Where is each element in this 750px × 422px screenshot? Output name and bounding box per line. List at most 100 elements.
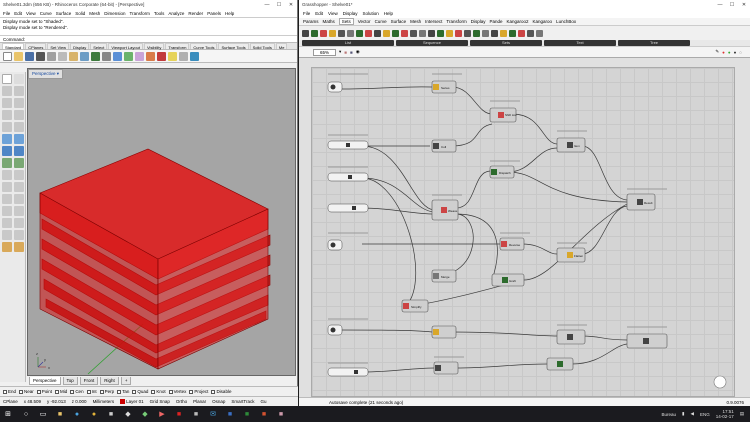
perspective-viewport[interactable]: Perspective ▾ z y x bbox=[27, 68, 296, 376]
osnap-vertex[interactable]: Vertex bbox=[168, 389, 186, 394]
menu-dimension[interactable]: Dimension bbox=[104, 11, 125, 16]
select-arrow-icon[interactable] bbox=[14, 74, 24, 84]
gh-node-dispatch[interactable]: Dispatch bbox=[489, 165, 515, 179]
save-file-icon[interactable]: ■ bbox=[350, 50, 353, 55]
group-sets[interactable]: Sets bbox=[470, 40, 542, 46]
gh-canvas[interactable]: Series Shift List Item Cull Dispatch Wea… bbox=[311, 67, 735, 397]
gh-node-result-a[interactable]: Result bbox=[626, 193, 656, 211]
preview-eye-icon[interactable]: ◉ bbox=[356, 49, 360, 55]
move-icon[interactable] bbox=[2, 206, 12, 216]
clock[interactable]: 17:51 14-02-17 bbox=[716, 409, 734, 419]
osnap-knot[interactable]: Knot bbox=[151, 389, 166, 394]
osnap-tan[interactable]: Tan bbox=[117, 389, 129, 394]
text-split-icon[interactable] bbox=[482, 29, 489, 37]
tab-cplanes[interactable]: CPlanes bbox=[25, 43, 47, 50]
maximize-icon[interactable]: ☐ bbox=[726, 2, 738, 8]
minimize-icon[interactable]: — bbox=[261, 2, 273, 8]
list-item-icon[interactable] bbox=[302, 29, 309, 37]
menu-curve[interactable]: Curve bbox=[40, 11, 52, 16]
gh-node-cull-b[interactable] bbox=[433, 361, 459, 375]
flatten-tree-icon[interactable] bbox=[500, 29, 507, 37]
group-tree[interactable]: Tree bbox=[618, 40, 690, 46]
gh-node-toggle[interactable] bbox=[327, 81, 343, 93]
render-icon[interactable] bbox=[146, 51, 155, 61]
split-icon[interactable] bbox=[2, 182, 12, 192]
menu-tools[interactable]: Tools bbox=[154, 11, 165, 16]
group-sequence[interactable]: Sequence bbox=[396, 40, 468, 46]
char-sequence-icon[interactable] bbox=[437, 29, 444, 37]
menu-solid[interactable]: Solid bbox=[75, 11, 85, 16]
gh-menu-edit[interactable]: Edit bbox=[315, 11, 323, 16]
cull-pattern-icon[interactable] bbox=[374, 29, 381, 37]
point-icon[interactable] bbox=[2, 74, 12, 84]
toggle-smarttrack[interactable]: SmartTrack bbox=[231, 399, 254, 404]
close-icon[interactable]: ✕ bbox=[738, 2, 750, 8]
sphere-icon[interactable] bbox=[14, 146, 24, 156]
osnap-mid[interactable]: Mid bbox=[55, 389, 67, 394]
gh-node-cull[interactable]: Cull bbox=[431, 139, 457, 153]
merge-icon[interactable] bbox=[536, 29, 543, 37]
word-icon[interactable]: ■ bbox=[223, 408, 237, 420]
toggle-osnap[interactable]: Osnap bbox=[212, 399, 225, 404]
gh-tab-params[interactable]: Params bbox=[303, 19, 319, 24]
fibonacci-icon[interactable] bbox=[410, 29, 417, 37]
join-icon[interactable] bbox=[14, 182, 24, 192]
repeat-icon[interactable] bbox=[419, 29, 426, 37]
rectangle-icon[interactable] bbox=[14, 110, 24, 120]
store-icon[interactable]: ■ bbox=[104, 408, 118, 420]
light-icon[interactable] bbox=[168, 51, 177, 61]
text-join-icon[interactable] bbox=[473, 29, 480, 37]
gh-menu-file[interactable]: File bbox=[303, 11, 310, 16]
calculator-icon[interactable]: ■ bbox=[189, 408, 203, 420]
dimension-icon[interactable] bbox=[2, 242, 12, 252]
gh-node-reverse[interactable]: Reverse bbox=[499, 237, 525, 251]
status-layer[interactable]: Layer 01 bbox=[120, 399, 144, 405]
list-length-icon[interactable] bbox=[311, 29, 318, 37]
shaded-preview-icon[interactable]: ● bbox=[728, 50, 731, 55]
gh-node-slider-d[interactable] bbox=[327, 367, 369, 377]
menu-analyze[interactable]: Analyze bbox=[168, 11, 184, 16]
material-icon[interactable] bbox=[157, 51, 166, 61]
member-index-icon[interactable] bbox=[464, 29, 471, 37]
gh-node-item[interactable]: Item bbox=[556, 137, 586, 153]
sort-list-icon[interactable] bbox=[338, 29, 345, 37]
menu-mesh[interactable]: Mesh bbox=[89, 11, 100, 16]
arc-icon[interactable] bbox=[2, 110, 12, 120]
dispatch-icon[interactable] bbox=[356, 29, 363, 37]
print-icon[interactable] bbox=[36, 51, 45, 61]
tab-set-view[interactable]: Set View bbox=[47, 43, 70, 50]
shift-list-icon[interactable] bbox=[329, 29, 336, 37]
gh-tab-surface[interactable]: Surface bbox=[391, 19, 407, 24]
tab-curve-tools[interactable]: Curve Tools bbox=[190, 43, 218, 50]
menu-view[interactable]: View bbox=[26, 11, 36, 16]
sketch-icon[interactable]: ✎ bbox=[715, 49, 719, 55]
mirror-icon[interactable] bbox=[2, 230, 12, 240]
viewport-label[interactable]: Perspective ▾ bbox=[28, 69, 64, 79]
osnap-quad[interactable]: Quad bbox=[132, 389, 148, 394]
network-icon[interactable]: ▮ bbox=[682, 411, 684, 417]
gh-node-slider-b[interactable] bbox=[327, 172, 369, 182]
osnap-int[interactable]: Int bbox=[86, 389, 97, 394]
osnap-point[interactable]: Point bbox=[36, 389, 52, 394]
tab-surface-tools[interactable]: Surface Tools bbox=[218, 43, 249, 50]
box-icon[interactable] bbox=[2, 146, 12, 156]
polygon-icon[interactable] bbox=[2, 122, 12, 132]
options-icon[interactable] bbox=[179, 51, 188, 61]
open-folder-icon[interactable] bbox=[14, 51, 23, 61]
group-text[interactable]: Text bbox=[544, 40, 616, 46]
tab-display[interactable]: Display bbox=[70, 43, 90, 50]
start-icon[interactable]: ⊞ bbox=[0, 408, 16, 420]
excel-icon[interactable]: ■ bbox=[240, 408, 254, 420]
view-tab-front[interactable]: Front bbox=[79, 377, 99, 385]
open-file-icon[interactable]: ■ bbox=[344, 50, 347, 55]
tray-label[interactable]: Bureau bbox=[661, 412, 676, 417]
select-icon[interactable] bbox=[135, 51, 144, 61]
cut-icon[interactable] bbox=[47, 51, 56, 61]
canvas-navigator-icon[interactable] bbox=[713, 375, 727, 389]
gh-node-graft[interactable]: Graft bbox=[491, 273, 525, 287]
tab-viewport-layout[interactable]: Viewport Layout bbox=[108, 43, 143, 50]
osnap-perp[interactable]: Perp bbox=[99, 389, 114, 394]
group-icon[interactable] bbox=[14, 194, 24, 204]
explode-icon[interactable] bbox=[2, 194, 12, 204]
app-icon[interactable]: ■ bbox=[274, 408, 288, 420]
